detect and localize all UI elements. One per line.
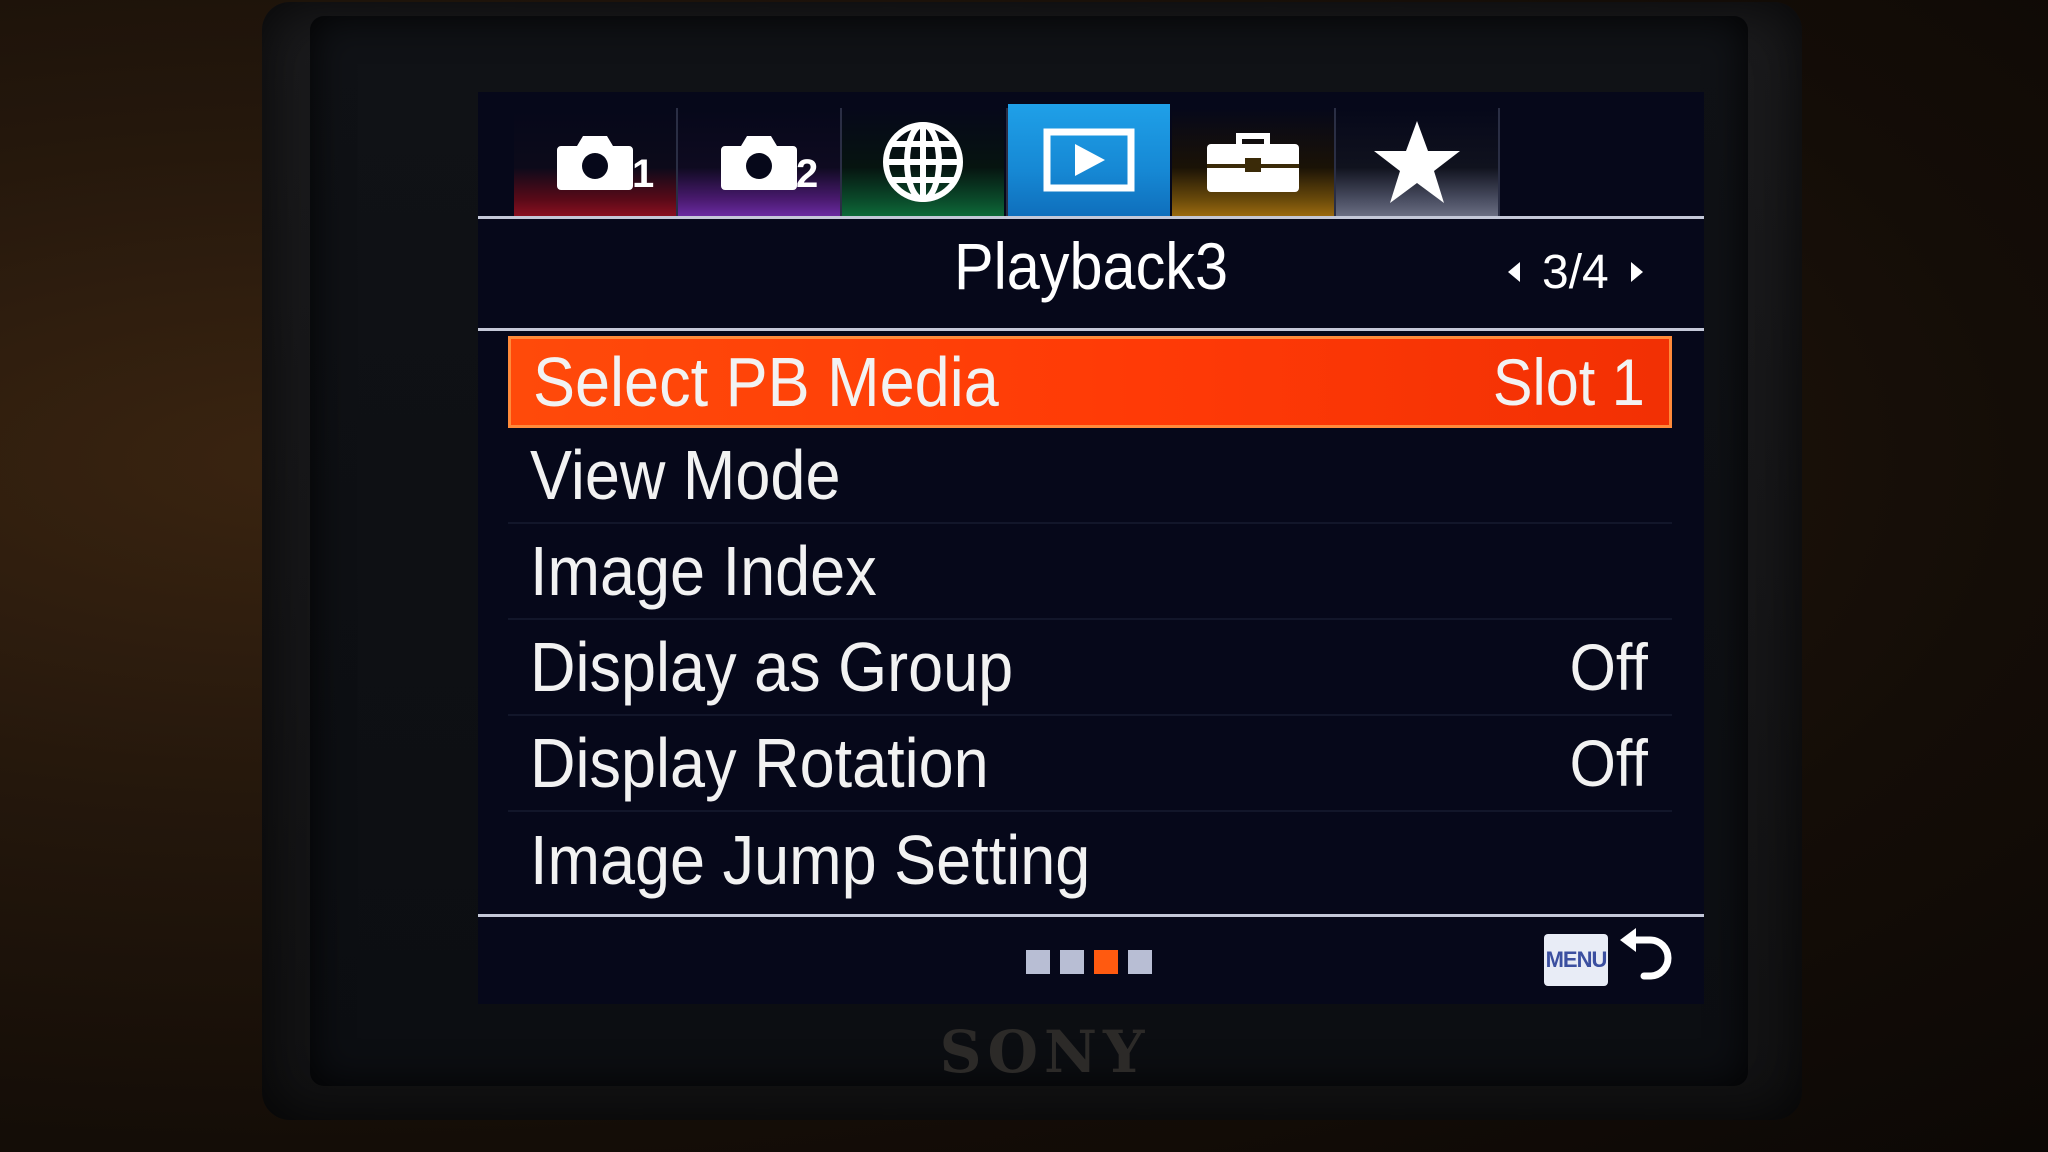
tab-divider — [1498, 108, 1500, 216]
tab-shooting-2[interactable]: 2 — [678, 108, 840, 216]
page-title: Playback3 — [953, 229, 1229, 303]
tab-number: 2 — [796, 152, 819, 196]
play-icon — [1043, 128, 1135, 192]
menu-item-label: View Mode — [530, 436, 841, 514]
menu-item-value: Slot 1 — [1493, 345, 1645, 419]
menu-item-display-as-group[interactable]: Display as Group Off — [508, 620, 1672, 716]
page-dot-active — [1094, 950, 1118, 974]
page-indicator — [1026, 950, 1152, 974]
tab-playback[interactable] — [1008, 104, 1170, 216]
toolbox-icon — [1207, 133, 1299, 192]
page-number: 3/4 — [1542, 245, 1609, 299]
page-dot — [1060, 950, 1084, 974]
tab-my-menu[interactable] — [1336, 108, 1498, 216]
tab-shooting-1[interactable]: 1 — [514, 108, 676, 216]
tab-separator-line — [478, 216, 1704, 219]
header-separator-line — [478, 328, 1704, 331]
globe-icon — [883, 122, 963, 202]
back-arrow-icon[interactable] — [1616, 928, 1676, 994]
menu-item-image-index[interactable]: Image Index — [508, 524, 1672, 620]
menu-item-label: Image Index — [530, 532, 877, 610]
menu-tab-bar: 1 2 — [478, 92, 1704, 216]
menu-item-label: Display Rotation — [530, 724, 989, 802]
tab-network[interactable] — [842, 108, 1004, 216]
page-dot — [1128, 950, 1152, 974]
camera-icon — [557, 136, 633, 190]
menu-item-image-jump-setting[interactable]: Image Jump Setting — [508, 812, 1672, 908]
menu-item-value: Off — [1569, 726, 1648, 800]
tab-number: 1 — [632, 152, 655, 196]
star-icon — [1374, 121, 1460, 203]
lcd-screen: 1 2 Playback3 3/4 Select PB Media Slot 1… — [478, 92, 1704, 1004]
menu-item-label: Display as Group — [530, 628, 1014, 706]
menu-item-view-mode[interactable]: View Mode — [508, 428, 1672, 524]
left-arrow-icon[interactable] — [1508, 262, 1520, 282]
tab-setup[interactable] — [1172, 108, 1334, 216]
menu-button[interactable]: MENU — [1544, 934, 1608, 986]
menu-list: Select PB Media Slot 1 View Mode Image I… — [508, 336, 1672, 908]
menu-item-value: Off — [1569, 630, 1648, 704]
menu-item-display-rotation[interactable]: Display Rotation Off — [508, 716, 1672, 812]
menu-item-label: Select PB Media — [533, 343, 999, 421]
page-navigator: 3/4 — [1508, 242, 1643, 302]
brand-logo: SONY — [939, 1018, 1151, 1086]
menu-item-select-pb-media[interactable]: Select PB Media Slot 1 — [508, 336, 1672, 428]
page-dot — [1026, 950, 1050, 974]
camera-icon — [721, 136, 797, 190]
footer-separator-line — [478, 914, 1704, 917]
right-arrow-icon[interactable] — [1630, 262, 1643, 282]
menu-item-label: Image Jump Setting — [530, 821, 1091, 899]
